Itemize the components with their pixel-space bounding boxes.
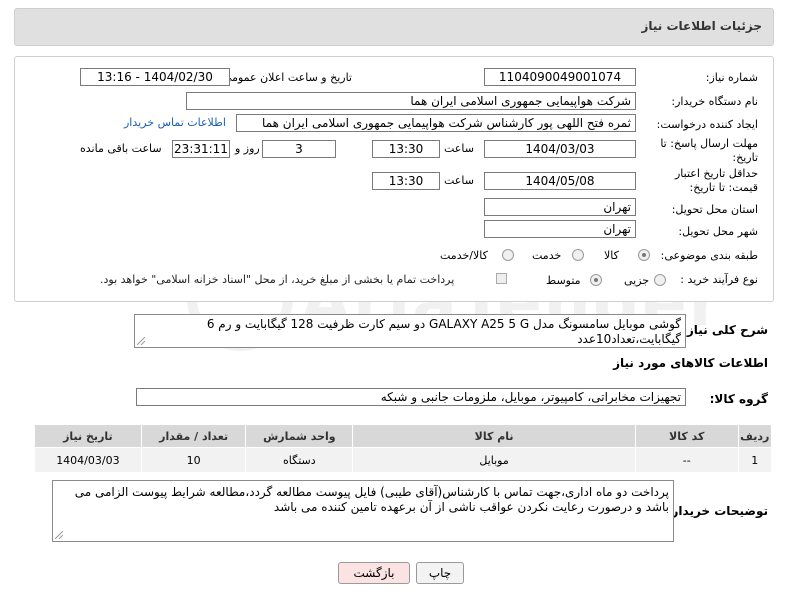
back-button[interactable]: بازگشت bbox=[338, 562, 410, 584]
cell-code: -- bbox=[634, 447, 739, 473]
days-label: روز و bbox=[235, 142, 260, 155]
category-option-service: خدمت bbox=[532, 249, 562, 262]
province-label: استان محل تحویل: bbox=[671, 203, 758, 216]
goods-group-label: گروه کالا: bbox=[709, 392, 768, 406]
resize-grip-icon[interactable] bbox=[55, 531, 63, 539]
goods-group-field: تجهیزات مخابراتی، کامپیوتر، موبایل، ملزو… bbox=[136, 388, 686, 406]
col-row: ردیف bbox=[737, 424, 772, 448]
validity-time-field: 13:30 bbox=[372, 172, 440, 190]
buyer-notes-text: پرداخت دو ماه اداری،جهت تماس با کارشناس(… bbox=[74, 485, 669, 514]
resize-grip-icon[interactable] bbox=[137, 337, 145, 345]
print-button[interactable]: چاپ bbox=[416, 562, 464, 584]
buyer-notes-box: پرداخت دو ماه اداری،جهت تماس با کارشناس(… bbox=[52, 480, 674, 542]
need-number-field: 1104090049001074 bbox=[484, 68, 636, 86]
deadline-date-field: 1404/03/03 bbox=[484, 140, 636, 158]
deadline-label: مهلت ارسال پاسخ: تا تاریخ: bbox=[660, 137, 758, 164]
col-qty: تعداد / مقدار bbox=[140, 424, 247, 448]
col-date: تاریخ نیاز bbox=[34, 424, 142, 448]
goods-section-title: اطلاعات کالاهای مورد نیاز bbox=[613, 356, 768, 370]
remaining-time-label: ساعت باقی مانده bbox=[80, 142, 162, 155]
remaining-time-field: 23:31:11 bbox=[172, 140, 230, 158]
goods-table-header: ردیف کد کالا نام کالا واحد شمارش تعداد /… bbox=[34, 424, 772, 448]
cell-row: 1 bbox=[737, 447, 772, 473]
process-radio-medium[interactable] bbox=[590, 274, 602, 286]
announce-label: تاریخ و ساعت اعلان عمومی: bbox=[219, 71, 352, 84]
goods-table: ردیف کد کالا نام کالا واحد شمارش تعداد /… bbox=[34, 424, 772, 473]
cell-name: موبایل bbox=[352, 447, 636, 473]
description-label: شرح کلی نیاز: bbox=[682, 323, 768, 337]
category-option-both: کالا/خدمت bbox=[440, 249, 488, 262]
days-field: 3 bbox=[262, 140, 336, 158]
validity-time-label: ساعت bbox=[444, 174, 474, 187]
need-number-label: شماره نیاز: bbox=[705, 71, 758, 84]
cell-unit: دستگاه bbox=[245, 447, 354, 473]
category-radio-goods[interactable] bbox=[638, 249, 650, 261]
cell-date: 1404/03/03 bbox=[34, 447, 142, 473]
process-option-minor: جزیی bbox=[624, 274, 650, 287]
table-row: 1 -- موبایل دستگاه 10 1404/03/03 bbox=[34, 447, 772, 473]
city-label: شهر محل تحویل: bbox=[678, 225, 758, 238]
buyer-notes-label: توضیحات خریدار: bbox=[666, 504, 768, 518]
col-name: نام کالا bbox=[352, 424, 636, 448]
col-unit: واحد شمارش bbox=[245, 424, 354, 448]
treasury-checkbox[interactable] bbox=[496, 273, 507, 284]
payment-note: پرداخت تمام یا بخشی از مبلغ خرید، از محل… bbox=[100, 273, 455, 286]
deadline-time-label: ساعت bbox=[444, 142, 474, 155]
validity-date-field: 1404/05/08 bbox=[484, 172, 636, 190]
cell-qty: 10 bbox=[140, 447, 247, 473]
description-text: گوشی موبایل سامسونگ مدل GALAXY A25 5 G د… bbox=[206, 317, 681, 346]
announce-field: 1404/02/30 - 13:16 bbox=[80, 68, 230, 86]
requester-field: ثمره فتح اللهی پور کارشناس شرکت هواپیمای… bbox=[236, 114, 636, 132]
category-label: طبقه بندی موضوعی: bbox=[660, 249, 758, 262]
col-code: کد کالا bbox=[634, 424, 739, 448]
process-option-medium: متوسط bbox=[546, 274, 581, 287]
province-field: تهران bbox=[484, 198, 636, 216]
category-option-goods: کالا bbox=[604, 249, 619, 262]
requester-label: ایجاد کننده درخواست: bbox=[656, 118, 758, 131]
city-field: تهران bbox=[484, 220, 636, 238]
buyer-contact-link[interactable]: اطلاعات تماس خریدار bbox=[124, 116, 226, 129]
description-box: گوشی موبایل سامسونگ مدل GALAXY A25 5 G د… bbox=[134, 314, 686, 348]
deadline-time-field: 13:30 bbox=[372, 140, 440, 158]
process-radio-minor[interactable] bbox=[654, 274, 666, 286]
category-radio-both[interactable] bbox=[502, 249, 514, 261]
buyer-org-label: نام دستگاه خریدار: bbox=[671, 95, 758, 108]
process-label: نوع فرآیند خرید : bbox=[680, 273, 758, 286]
page-title: جزئیات اطلاعات نیاز bbox=[641, 19, 762, 33]
buyer-org-field: شرکت هواپیمایی جمهوری اسلامی ایران هما bbox=[186, 92, 636, 110]
validity-label: حداقل تاریخ اعتبار قیمت: تا تاریخ: bbox=[674, 167, 758, 194]
category-radio-service[interactable] bbox=[572, 249, 584, 261]
